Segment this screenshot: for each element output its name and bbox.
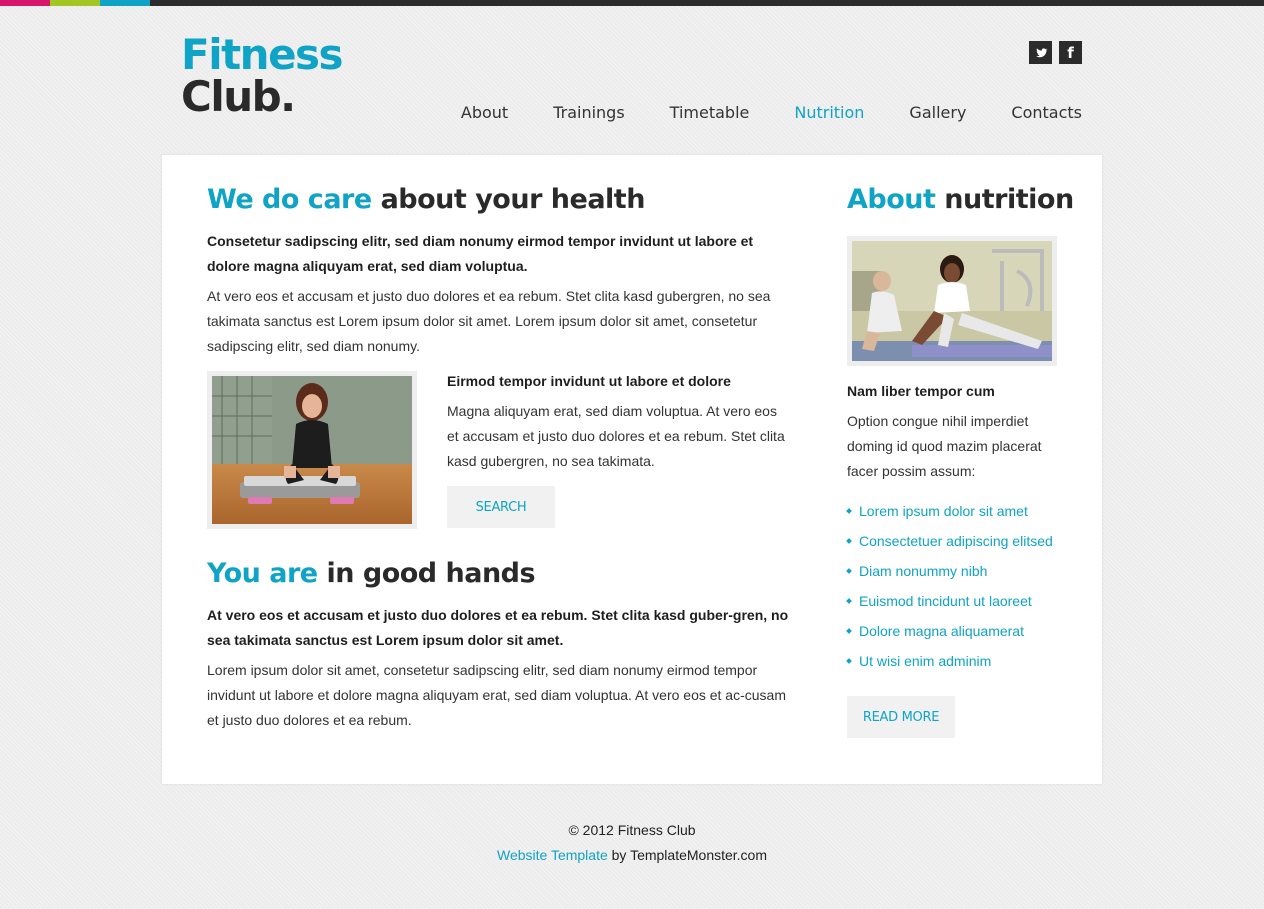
list-item-label: Lorem ipsum dolor sit amet: [859, 503, 1028, 519]
top-color-bar: [0, 0, 1264, 6]
list-item[interactable]: Consectetuer adipiscing elitsed: [846, 526, 1087, 556]
nav-item-contacts[interactable]: Contacts: [1011, 103, 1082, 122]
twitter-icon[interactable]: [1029, 41, 1052, 64]
section-lead-hands: At vero eos et accusam et justo duo dolo…: [207, 607, 789, 648]
site-footer: © 2012 Fitness Club Website Template by …: [0, 818, 1264, 868]
section-title-hands: You are in good hands: [207, 558, 536, 590]
logo-line-2: Club.: [181, 72, 296, 121]
nav-item-gallery[interactable]: Gallery: [909, 103, 966, 122]
color-bar-pink: [0, 0, 50, 6]
section-text-health: At vero eos et accusam et justo duo dolo…: [207, 288, 771, 354]
copyright-text: © 2012 Fitness Club: [568, 822, 696, 838]
color-bar-green: [50, 0, 100, 6]
list-item-label: Diam nonummy nibh: [859, 563, 988, 579]
bullet-icon: [846, 568, 852, 574]
list-item-label: Ut wisi enim adminim: [859, 653, 992, 669]
sidebar-link-list: Lorem ipsum dolor sit amet Consectetuer …: [846, 496, 1087, 676]
sub-title-workout: Eirmod tempor invidunt ut labore et dolo…: [447, 373, 731, 389]
title-rest: about your health: [371, 184, 646, 215]
step-workout-image: [207, 371, 417, 529]
sidebar-text: Option congue nihil imperdiet doming id …: [847, 413, 1042, 479]
website-template-link[interactable]: Website Template: [497, 847, 608, 863]
title-rest: nutrition: [935, 184, 1074, 215]
nav-item-about[interactable]: About: [461, 103, 508, 122]
section-text-hands: Lorem ipsum dolor sit amet, consetetur s…: [207, 662, 786, 728]
facebook-icon[interactable]: f: [1059, 41, 1082, 64]
sub-text-workout: Magna aliquyam erat, sed diam voluptua. …: [447, 403, 785, 469]
site-logo[interactable]: Fitness Club.: [181, 30, 344, 121]
nav-item-timetable[interactable]: Timetable: [670, 103, 750, 122]
read-more-button[interactable]: Read more: [847, 696, 955, 738]
title-accent: About: [847, 184, 936, 215]
footer-by-text: by TemplateMonster.com: [607, 847, 768, 863]
footer-credit: Website Template by TemplateMonster.com: [0, 843, 1264, 868]
title-rest: in good hands: [317, 558, 536, 589]
color-bar-blue: [100, 0, 150, 6]
nutrition-image: [847, 236, 1057, 366]
social-links: f: [1029, 41, 1082, 64]
list-item[interactable]: Euismod tincidunt ut laoreet: [846, 586, 1087, 616]
list-item-label: Dolore magna aliquamerat: [859, 623, 1024, 639]
sidebar-title: About nutrition: [847, 184, 1074, 216]
list-item[interactable]: Lorem ipsum dolor sit amet: [846, 496, 1087, 526]
content-panel: We do care about your health Consetetur …: [162, 155, 1102, 784]
section-lead-health: Consetetur sadipscing elitr, sed diam no…: [207, 233, 754, 274]
section-title-health: We do care about your health: [207, 184, 645, 216]
title-accent: We do care: [207, 184, 372, 215]
bullet-icon: [846, 658, 852, 664]
main-nav: About Trainings Timetable Nutrition Gall…: [461, 103, 1082, 122]
list-item-label: Euismod tincidunt ut laoreet: [859, 593, 1032, 609]
list-item[interactable]: Diam nonummy nibh: [846, 556, 1087, 586]
sidebar-sub-title: Nam liber tempor cum: [847, 383, 995, 399]
bullet-icon: [846, 598, 852, 604]
list-item-label: Consectetuer adipiscing elitsed: [859, 533, 1053, 549]
title-accent: You are: [207, 558, 318, 589]
nav-item-nutrition[interactable]: Nutrition: [794, 103, 864, 122]
nav-item-trainings[interactable]: Trainings: [553, 103, 624, 122]
list-item[interactable]: Ut wisi enim adminim: [846, 646, 1087, 676]
list-item[interactable]: Dolore magna aliquamerat: [846, 616, 1087, 646]
bullet-icon: [846, 628, 852, 634]
bullet-icon: [846, 538, 852, 544]
bullet-icon: [846, 508, 852, 514]
logo-line-1: Fitness: [181, 30, 344, 79]
search-button[interactable]: Search: [447, 486, 555, 528]
